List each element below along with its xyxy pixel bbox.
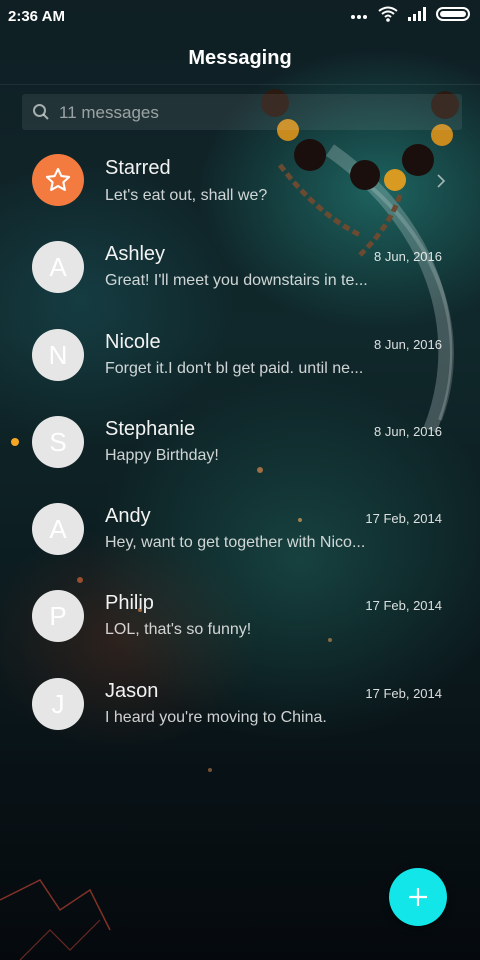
unread-dot [11, 437, 19, 446]
conversation-date: 17 Feb, 2014 [365, 598, 442, 614]
status-icons [350, 6, 472, 27]
search-placeholder: 11 messages [59, 103, 159, 122]
conversation-name: Nicole [105, 330, 161, 353]
conversation-preview: I heard you're moving to China. [105, 708, 327, 726]
list-item[interactable]: A Ashley 8 Jun, 2016 Great! I'll meet yo… [0, 224, 480, 311]
conversation-preview: Happy Birthday! [105, 446, 219, 464]
conversation-name: Jason [105, 679, 159, 702]
conversation-preview: Hey, want to get together with Nico... [105, 534, 366, 552]
conversation-preview: LOL, that's so funny! [105, 621, 252, 639]
list-item[interactable]: N Nicole 8 Jun, 2016 Forget it.I don't b… [0, 312, 480, 399]
conversation-name: Ashley [105, 243, 166, 266]
wifi-icon [378, 6, 398, 27]
conversation-name: Stephanie [105, 417, 196, 440]
new-message-button[interactable] [389, 868, 447, 926]
avatar: S [32, 415, 84, 468]
page-title: Messaging [188, 47, 292, 69]
avatar: A [32, 503, 84, 556]
app-bar: Messaging [0, 34, 480, 85]
conversation-date: 8 Jun, 2016 [374, 249, 442, 265]
list-item[interactable]: S Stephanie 8 Jun, 2016 Happy Birthday! [0, 399, 480, 486]
avatar: A [32, 241, 84, 294]
plus-icon [409, 888, 427, 906]
conversation-name: Andy [105, 505, 151, 528]
conversation-date: 17 Feb, 2014 [365, 511, 442, 527]
conversation-list: Starred Let's eat out, shall we? A Ashle… [0, 137, 480, 748]
avatar: N [32, 328, 84, 381]
conversation-preview: Let's eat out, shall we? [105, 187, 268, 204]
list-item[interactable]: A Andy 17 Feb, 2014 Hey, want to get tog… [0, 486, 480, 573]
list-item[interactable]: J Jason 17 Feb, 2014 I heard you're movi… [0, 661, 480, 748]
conversation-preview: Forget it.I don't bl get paid. until ne.… [105, 359, 364, 377]
chevron-right-icon [436, 173, 446, 194]
conversation-name: Philip [105, 592, 154, 615]
cellular-signal-icon [408, 7, 426, 26]
conversation-date: 17 Feb, 2014 [365, 685, 442, 701]
list-item-starred[interactable]: Starred Let's eat out, shall we? [0, 137, 480, 224]
conversation-date: 8 Jun, 2016 [374, 423, 442, 439]
avatar: P [32, 590, 84, 643]
list-item[interactable]: P Philip 17 Feb, 2014 LOL, that's so fun… [0, 573, 480, 660]
search-icon [32, 103, 50, 126]
starred-avatar [32, 154, 84, 206]
star-icon [45, 167, 71, 191]
avatar: J [32, 677, 84, 730]
conversation-date: 8 Jun, 2016 [374, 336, 442, 352]
signal-dots-icon [350, 8, 368, 26]
search-input[interactable]: 11 messages [22, 94, 462, 130]
battery-icon [436, 7, 472, 26]
status-time: 2:36 AM [8, 8, 65, 25]
status-bar: 2:36 AM [0, 0, 480, 34]
conversation-preview: Great! I'll meet you downstairs in te... [105, 272, 368, 290]
conversation-name: Starred [105, 157, 171, 179]
